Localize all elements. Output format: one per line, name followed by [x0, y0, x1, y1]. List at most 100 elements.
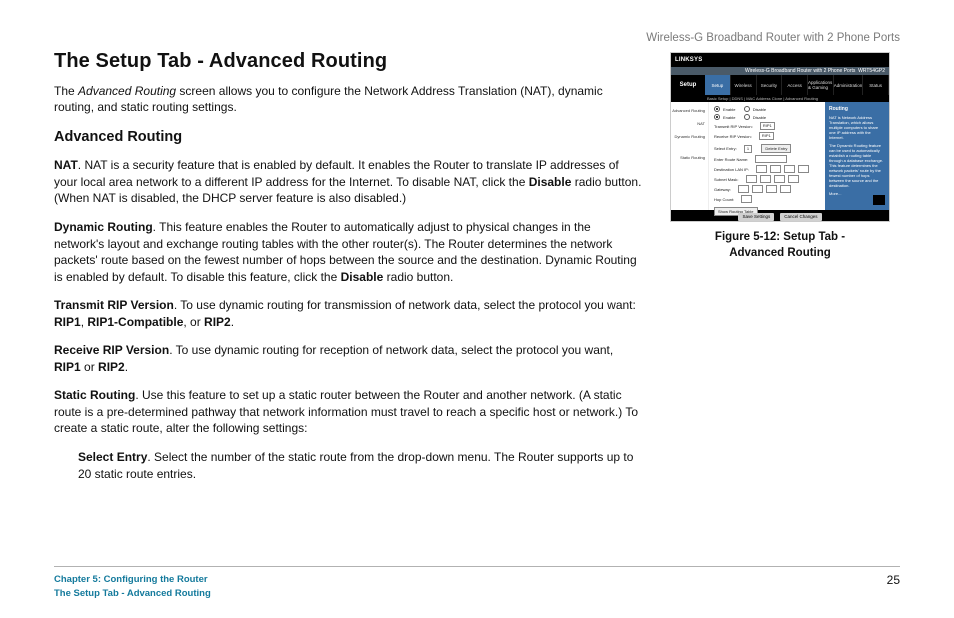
intro-paragraph: The Advanced Routing screen allows you t… — [54, 83, 642, 115]
thumb-gw-3 — [766, 185, 777, 193]
rrip-b2: RIP2 — [98, 360, 125, 374]
thumb-rx-select: RIP1 — [759, 132, 774, 140]
figure-caption: Figure 5-12: Setup Tab - Advanced Routin… — [670, 230, 890, 261]
thumb-mask-4 — [788, 175, 799, 183]
main-column: The Setup Tab - Advanced Routing The Adv… — [54, 50, 642, 494]
rrip-end: . — [125, 360, 128, 374]
thumb-tab-apps: Applications & Gaming — [808, 75, 834, 95]
thumb-mask-label: Subnet Mask: — [714, 177, 738, 182]
rrip-label: Receive RIP Version — [54, 343, 169, 357]
thumb-mask-2 — [760, 175, 771, 183]
thumb-gw-label: Gateway: — [714, 187, 731, 192]
trip-label: Transmit RIP Version — [54, 298, 174, 312]
product-title: Wireless-G Broadband Router with 2 Phone… — [646, 32, 900, 44]
thumb-tab-setup: Setup — [705, 75, 731, 95]
page-footer: Chapter 5: Configuring the Router The Se… — [54, 566, 900, 600]
nat-paragraph: NAT. NAT is a security feature that is e… — [54, 157, 642, 207]
select-text: . Select the number of the static route … — [78, 450, 633, 481]
thumb-logo-corner — [873, 195, 885, 205]
trip-b3: RIP2 — [204, 315, 231, 329]
thumb-ip-3 — [784, 165, 795, 173]
thumb-mask-1 — [746, 175, 757, 183]
thumb-help-hd: Routing — [829, 106, 885, 112]
thumb-dest-label: Destination LAN IP: — [714, 167, 749, 172]
dynamic-disable-bold: Disable — [341, 270, 384, 284]
thumb-product: Wireless-G Broadband Router with 2 Phone… — [745, 68, 855, 74]
thumb-gw-2 — [752, 185, 763, 193]
thumb-ip-1 — [756, 165, 767, 173]
thumb-routename-input — [755, 155, 787, 163]
side-column: LINKSYS Wireless-G Broadband Router with… — [670, 50, 900, 494]
thumb-left-0: Advanced Routing — [671, 108, 705, 113]
figure-caption-line1: Figure 5-12: Setup Tab - — [715, 231, 845, 243]
static-label: Static Routing — [54, 388, 135, 402]
receive-rip-paragraph: Receive RIP Version. To use dynamic rout… — [54, 342, 642, 375]
thumb-ip-2 — [770, 165, 781, 173]
thumb-delete-btn: Delete Entry — [761, 144, 791, 153]
rrip-sep: or — [81, 360, 98, 374]
thumb-dyn-disable-radio — [744, 114, 750, 120]
thumb-nat-disable-radio — [744, 106, 750, 112]
rrip-text-1: . To use dynamic routing for reception o… — [169, 343, 613, 357]
dynamic-routing-paragraph: Dynamic Routing. This feature enables th… — [54, 219, 642, 285]
thumb-tab-security: Security — [757, 75, 783, 95]
nat-label: NAT — [54, 158, 78, 172]
select-label: Select Entry — [78, 450, 147, 464]
trip-sep2: , or — [183, 315, 204, 329]
thumb-topbar: LINKSYS — [671, 53, 889, 67]
thumb-tx-select: RIP1 — [760, 122, 775, 130]
nat-disable-bold: Disable — [529, 175, 572, 189]
dynamic-label: Dynamic Routing — [54, 220, 153, 234]
thumb-gw-1 — [738, 185, 749, 193]
thumb-mid: Enable Disable Enable Disable Transmit R… — [709, 102, 825, 210]
thumb-tab-admin: Administration — [834, 75, 864, 95]
trip-b1: RIP1 — [54, 315, 81, 329]
thumb-nav: Setup Setup Wireless Security Access App… — [671, 75, 889, 95]
thumb-left-labels: Advanced Routing NAT Dynamic Routing Sta… — [671, 102, 709, 210]
thumb-tab-access: Access — [782, 75, 808, 95]
thumb-nat-enable-radio — [714, 106, 720, 112]
thumb-cancel-btn: Cancel Changes — [780, 213, 821, 221]
footer-left: Chapter 5: Configuring the Router The Se… — [54, 573, 211, 600]
thumb-help-t2: The Dynamic Routing feature can be used … — [829, 143, 885, 188]
figure-caption-line2: Advanced Routing — [729, 247, 831, 259]
thumb-hop-input — [741, 195, 752, 203]
footer-section: The Setup Tab - Advanced Routing — [54, 587, 211, 600]
rrip-b1: RIP1 — [54, 360, 81, 374]
thumb-right-help: Routing NAT is Network Address Translati… — [825, 102, 889, 210]
thumb-dyn-disable: Disable — [753, 115, 766, 120]
trip-text-1: . To use dynamic routing for transmissio… — [174, 298, 636, 312]
thumb-gw-4 — [780, 185, 791, 193]
page-heading: The Setup Tab - Advanced Routing — [54, 50, 642, 73]
transmit-rip-paragraph: Transmit RIP Version. To use dynamic rou… — [54, 297, 642, 330]
static-routing-paragraph: Static Routing. Use this feature to set … — [54, 387, 642, 437]
thumb-nat-disable: Disable — [753, 107, 766, 112]
thumb-select-label: Select Entry: — [714, 146, 737, 151]
page-number: 25 — [887, 573, 900, 587]
footer-chapter: Chapter 5: Configuring the Router — [54, 573, 211, 586]
thumb-save-btn: Save Settings — [738, 213, 774, 221]
trip-end: . — [231, 315, 234, 329]
thumb-help-t1: NAT is Network Address Translation, whic… — [829, 115, 885, 140]
thumb-tx-label: Transmit RIP Version: — [714, 124, 753, 129]
thumb-dyn-enable-radio — [714, 114, 720, 120]
thumb-mask-3 — [774, 175, 785, 183]
intro-italic: Advanced Routing — [78, 84, 176, 98]
thumb-left-4: Static Routing — [671, 155, 705, 160]
intro-prefix: The — [54, 84, 78, 98]
thumb-fw: WRT54GP2 — [858, 68, 885, 74]
thumb-rx-label: Receive RIP Version: — [714, 134, 752, 139]
thumb-ip-4 — [798, 165, 809, 173]
thumb-hop-label: Hop Count: — [714, 197, 734, 202]
thumb-tab-wireless: Wireless — [731, 75, 757, 95]
thumb-setup-label: Setup — [671, 75, 705, 95]
thumb-dyn-enable: Enable — [723, 115, 735, 120]
thumb-tab-status: Status — [863, 75, 889, 95]
thumb-left-2: Dynamic Routing — [671, 134, 705, 139]
sub-heading: Advanced Routing — [54, 129, 642, 145]
trip-b2: RIP1-Compatible — [87, 315, 183, 329]
static-text: . Use this feature to set up a static ro… — [54, 388, 638, 435]
thumb-select-val: 1 — [744, 145, 752, 153]
thumb-product-band: Wireless-G Broadband Router with 2 Phone… — [671, 67, 889, 75]
thumb-nat-enable: Enable — [723, 107, 735, 112]
